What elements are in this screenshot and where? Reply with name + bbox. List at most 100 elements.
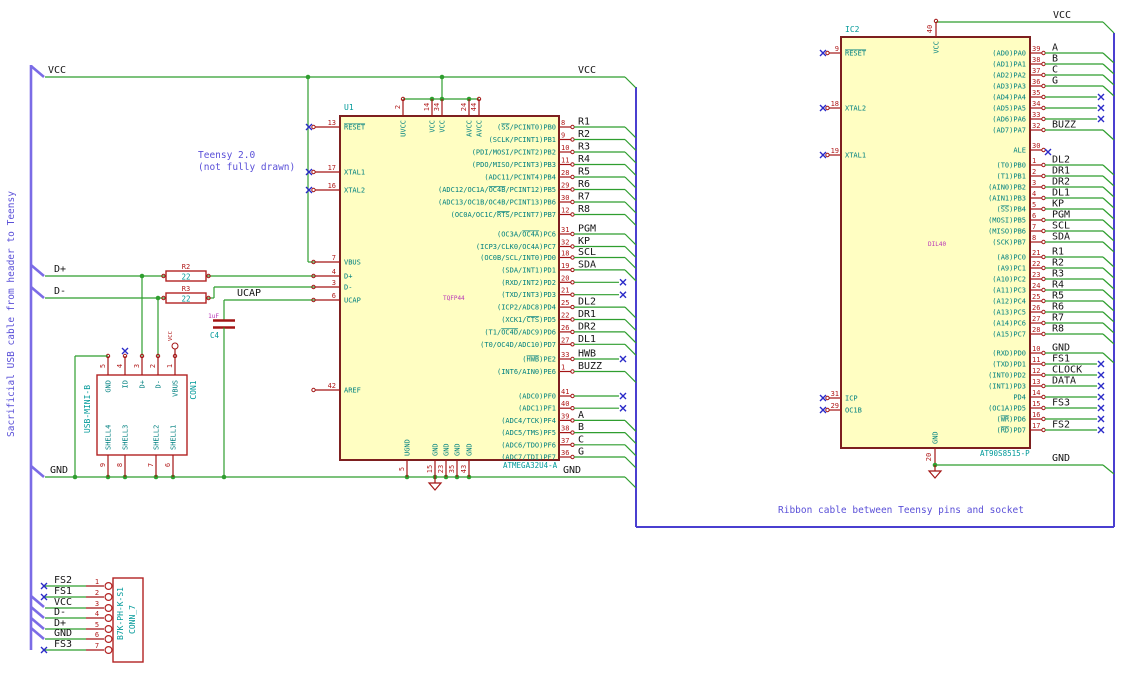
pin-number: 32 [1032,122,1040,130]
net-label[interactable]: C [578,434,584,445]
pin-name: (MISO)PB6 [988,228,1026,236]
pin-number: 29 [561,182,569,190]
net-label[interactable]: R5 [1052,291,1064,302]
net-label[interactable]: KP [578,236,590,247]
component-value-ic2: AT90S8515-P [980,449,1030,458]
note-left-cable[interactable]: Sacrificial USB cable from header to Tee… [6,191,17,437]
net-label[interactable]: DR1 [578,309,596,320]
net-label[interactable]: R4 [1052,280,1064,291]
component-ref-u1[interactable]: U1 [344,103,354,112]
net-label[interactable]: A [1052,43,1058,54]
net-label[interactable]: CLOCK [1052,365,1082,376]
component-ref-ic2[interactable]: IC2 [845,25,860,34]
net-label[interactable]: G [1052,76,1058,87]
bus-entry-wire [1102,208,1115,220]
pin-number: 10 [561,144,569,152]
net-label-ucap[interactable]: UCAP [237,288,261,299]
net-label[interactable]: FS1 [54,586,72,597]
pin-number: 2 [394,105,402,109]
net-label[interactable]: BUZZ [1052,120,1076,131]
bus-entry-wire [624,306,637,319]
component-name-conn7[interactable]: CONN_7 [128,605,137,634]
net-label[interactable]: PGM [1052,210,1070,221]
net-label[interactable]: FS3 [54,639,72,650]
net-label[interactable]: DR1 [1052,166,1070,177]
net-label[interactable]: C [1052,65,1058,76]
component-value-con1: USB-MINI-B [83,385,92,433]
net-label[interactable]: DL2 [1052,155,1070,166]
resistor-ref[interactable]: R3 [182,285,190,293]
net-label-dplus[interactable]: D+ [54,264,66,275]
net-label[interactable]: B [578,422,584,433]
pin-end-circle [570,280,575,285]
net-label[interactable]: HWB [578,349,596,360]
net-label[interactable]: G [578,447,584,458]
pin-number: 40 [561,400,569,408]
net-label[interactable]: GND [54,628,72,639]
pin-number: 4 [116,364,124,368]
component-footprint-ic2: DIL40 [928,241,946,248]
net-label[interactable]: R8 [578,204,590,215]
net-label[interactable]: DL1 [578,334,596,345]
pin-number: 5 [1032,201,1036,209]
connector-pin-circle [104,581,113,590]
net-label[interactable]: DATA [1052,376,1076,387]
net-label[interactable]: DR2 [1052,177,1070,188]
net-label[interactable]: R3 [578,142,590,153]
pin-name: (T1)PB1 [996,173,1026,181]
net-label[interactable]: DL1 [1052,188,1070,199]
pin-name: (ADC6/TDO)PF6 [501,441,556,449]
net-label[interactable]: D- [54,607,66,618]
net-label[interactable]: PGM [578,224,596,235]
resistor-ref[interactable]: R2 [182,263,190,271]
net-label[interactable]: R6 [578,179,590,190]
no-connect-icon [305,168,313,176]
net-label[interactable]: FS1 [1052,354,1070,365]
net-label[interactable]: KP [1052,199,1064,210]
net-label[interactable]: R2 [578,129,590,140]
net-label[interactable]: B [1052,54,1058,65]
net-label[interactable]: R7 [1052,313,1064,324]
net-label[interactable]: DR2 [578,321,596,332]
net-label[interactable]: A [578,410,584,421]
bus-entry-wire [624,419,637,432]
note-ribbon[interactable]: Ribbon cable between Teensy pins and soc… [778,505,1024,516]
net-label-gnd[interactable]: GND [563,465,581,476]
pin-name: (RD)PD7 [996,427,1026,435]
net-label[interactable]: FS2 [1052,420,1070,431]
net-label-vcc[interactable]: VCC [1053,10,1071,21]
net-label-gnd[interactable]: GND [1052,453,1070,464]
net-label-gnd[interactable]: GND [50,465,68,476]
net-label[interactable]: FS3 [1052,398,1070,409]
component-ref-con1[interactable]: CON1 [189,380,198,399]
pin-name: XTAL2 [344,187,365,195]
connector-pin-circle [104,603,113,612]
net-label[interactable]: R1 [1052,247,1064,258]
net-label[interactable]: FS2 [54,575,72,586]
net-label[interactable]: R7 [578,192,590,203]
net-label[interactable]: SCL [1052,221,1070,232]
bus-entry-wire [1102,186,1115,198]
net-label[interactable]: R5 [578,167,590,178]
pin-name: GND [443,443,451,456]
note-teensy-1[interactable]: Teensy 2.0 [198,150,255,161]
net-label[interactable]: SCL [578,247,596,258]
net-label[interactable]: R3 [1052,269,1064,280]
capacitor-ref[interactable]: C4 [210,331,220,340]
net-label-dminus[interactable]: D- [54,286,66,297]
net-label[interactable]: GND [1052,343,1070,354]
net-label[interactable]: R2 [1052,258,1064,269]
net-label[interactable]: R4 [578,154,590,165]
net-label[interactable]: SDA [578,259,596,270]
connector-pin-circle [104,624,113,633]
net-label-vcc[interactable]: VCC [48,65,66,76]
note-teensy-2[interactable]: (not fully drawn) [198,162,295,173]
net-label[interactable]: R1 [578,117,590,128]
net-label[interactable]: R6 [1052,302,1064,313]
net-label[interactable]: SDA [1052,232,1070,243]
net-label[interactable]: DL2 [578,297,596,308]
pin-number: 3 [332,279,336,287]
net-label[interactable]: BUZZ [578,361,602,372]
net-label[interactable]: R8 [1052,324,1064,335]
net-label-vcc[interactable]: VCC [578,65,596,76]
